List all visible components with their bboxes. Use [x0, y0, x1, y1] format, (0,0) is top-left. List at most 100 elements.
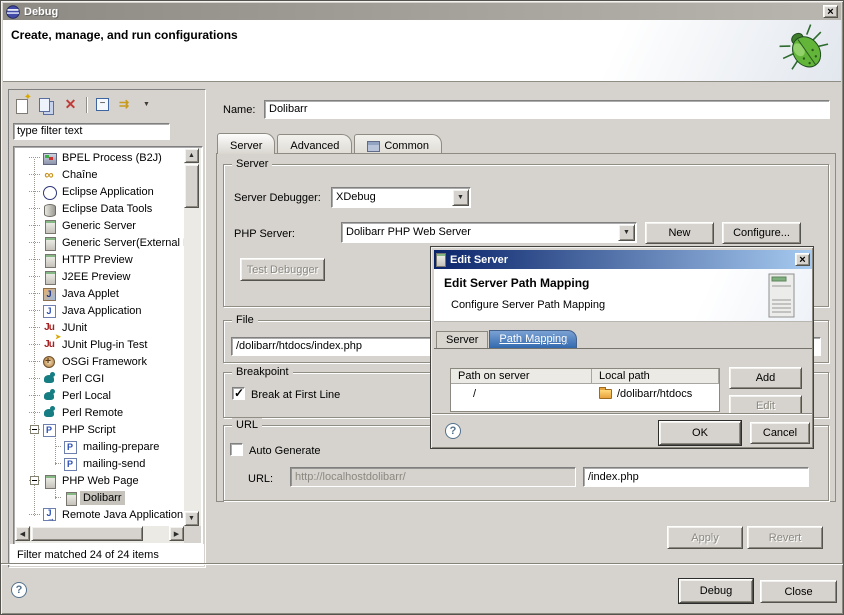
- dialog-tab-server[interactable]: Server: [436, 331, 488, 349]
- tree-item-eclipse-data-tools[interactable]: Eclipse Data Tools: [15, 200, 184, 217]
- tree-horizontal-scrollbar[interactable]: ◀ ▶: [15, 526, 184, 543]
- duplicate-icon[interactable]: [38, 97, 55, 113]
- php-icon: [62, 457, 80, 471]
- dialog-title: Edit Server: [450, 254, 508, 266]
- path-on-server-cell: /: [451, 384, 592, 401]
- tree-item-generic-server-external-la[interactable]: Generic Server(External La: [15, 234, 184, 251]
- tree-item-perl-remote[interactable]: Perl Remote: [15, 404, 184, 421]
- expander-minus-icon[interactable]: [30, 425, 39, 434]
- configure-button[interactable]: Configure...: [722, 222, 801, 244]
- horizontal-scroll-thumb[interactable]: [31, 526, 143, 541]
- auto-generate-checkbox[interactable]: [230, 443, 243, 456]
- scroll-left-icon[interactable]: ◀: [15, 526, 30, 541]
- config-tree: BPEL Process (B2J)ChaîneEclipse Applicat…: [13, 146, 203, 545]
- column-header-path-on-server[interactable]: Path on server: [451, 369, 592, 384]
- dialog-header-subtitle: Configure Server Path Mapping: [451, 299, 605, 311]
- tab-label: Common: [384, 140, 429, 152]
- tab-common[interactable]: Common: [354, 134, 442, 154]
- tree-item-remote-java-application[interactable]: →Remote Java Application: [15, 506, 184, 523]
- tree-item-php-script[interactable]: PHP Script: [15, 421, 184, 438]
- tree-rows: BPEL Process (B2J)ChaîneEclipse Applicat…: [15, 149, 184, 526]
- tree-item-label: PHP Web Page: [59, 474, 142, 488]
- tree-item-label: JUnit Plug-in Test: [59, 338, 150, 352]
- apply-button[interactable]: Apply: [667, 526, 743, 549]
- tree-item-eclipse-application[interactable]: Eclipse Application: [15, 183, 184, 200]
- tree-item-perl-cgi[interactable]: Perl CGI: [15, 370, 184, 387]
- main-tab-bar: Server Advanced Common: [217, 133, 444, 154]
- filter-input[interactable]: type filter text: [13, 123, 170, 140]
- vertical-scroll-thumb[interactable]: [184, 164, 199, 208]
- ok-button[interactable]: OK: [659, 421, 741, 445]
- url-path-input[interactable]: /index.php: [583, 467, 809, 487]
- tree-item-mailing-prepare[interactable]: mailing-prepare: [15, 438, 184, 455]
- tree-item-http-preview[interactable]: HTTP Preview: [15, 251, 184, 268]
- tree-item-j2ee-preview[interactable]: J2EE Preview: [15, 268, 184, 285]
- tree-item-java-application[interactable]: Java Application: [15, 302, 184, 319]
- server-tower-icon: [766, 273, 798, 319]
- new-server-button[interactable]: New: [645, 222, 714, 244]
- revert-button[interactable]: Revert: [747, 526, 823, 549]
- tree-item-label: Perl Local: [59, 389, 114, 403]
- server-icon: [436, 253, 446, 267]
- scroll-up-icon[interactable]: ▲: [184, 148, 199, 163]
- dialog-close-button[interactable]: ×: [795, 253, 810, 266]
- window-titlebar: Debug ×: [3, 3, 841, 20]
- tree-vertical-scrollbar[interactable]: ▲ ▼: [184, 148, 201, 526]
- perl-icon: [41, 389, 59, 403]
- chevron-down-icon[interactable]: ▼: [452, 189, 469, 206]
- tab-advanced[interactable]: Advanced: [277, 134, 352, 154]
- close-button[interactable]: Close: [760, 580, 837, 603]
- name-input[interactable]: Dolibarr: [264, 100, 830, 119]
- tree-item-php-web-page[interactable]: PHP Web Page: [15, 472, 184, 489]
- tree-item-label: BPEL Process (B2J): [59, 151, 165, 165]
- window-close-button[interactable]: ×: [823, 5, 838, 18]
- remote-java-icon: →: [41, 508, 59, 522]
- mapping-row[interactable]: //dolibarr/htdocs: [451, 384, 719, 401]
- tab-label: Server: [230, 140, 262, 152]
- dialog-tab-path-mapping[interactable]: Path Mapping: [489, 330, 577, 349]
- tree-item-mailing-send[interactable]: mailing-send: [15, 455, 184, 472]
- scroll-down-icon[interactable]: ▼: [184, 511, 199, 526]
- break-first-line-checkbox[interactable]: [232, 387, 245, 400]
- dialog-tab-bar: ServerPath Mapping: [436, 330, 578, 349]
- server-icon: [41, 236, 59, 250]
- tree-item-java-applet[interactable]: Java Applet: [15, 285, 184, 302]
- server-icon: [41, 270, 59, 284]
- collapse-all-icon[interactable]: [95, 97, 112, 113]
- chevron-down-icon[interactable]: ▼: [618, 224, 635, 241]
- chain-icon: [41, 168, 59, 182]
- server-debugger-select[interactable]: XDebug ▼: [331, 187, 471, 208]
- column-header-local-path[interactable]: Local path: [592, 369, 719, 384]
- php-server-select[interactable]: Dolibarr PHP Web Server ▼: [341, 222, 637, 243]
- debug-button[interactable]: Debug: [679, 579, 753, 603]
- dialog-help-icon[interactable]: ?: [445, 423, 461, 439]
- test-debugger-button[interactable]: Test Debugger: [240, 258, 325, 281]
- tree-item-generic-server[interactable]: Generic Server: [15, 217, 184, 234]
- tree-item-junit-plug-in-test[interactable]: JUnit Plug-in Test: [15, 336, 184, 353]
- scroll-right-icon[interactable]: ▶: [169, 526, 184, 541]
- tree-item-osgi-framework[interactable]: OSGi Framework: [15, 353, 184, 370]
- menu-dropdown-icon[interactable]: ▼: [143, 97, 152, 113]
- tree-item-label: Java Application: [59, 304, 145, 318]
- tab-server[interactable]: Server: [217, 133, 275, 154]
- filter-icon[interactable]: ⇉: [119, 97, 136, 113]
- tree-item-dolibarr[interactable]: Dolibarr: [15, 489, 184, 506]
- expander-minus-icon[interactable]: [30, 476, 39, 485]
- tree-item-bpel-process-b2j[interactable]: BPEL Process (B2J): [15, 149, 184, 166]
- add-mapping-button[interactable]: Add: [729, 367, 802, 389]
- table-icon: [367, 141, 380, 152]
- new-config-icon[interactable]: [14, 97, 31, 113]
- tree-item-label: PHP Script: [59, 423, 119, 437]
- java-applet-icon: [41, 287, 59, 301]
- cancel-button[interactable]: Cancel: [750, 422, 810, 444]
- server-debugger-value: XDebug: [332, 188, 451, 207]
- break-first-line-label: Break at First Line: [251, 389, 340, 401]
- tree-item-cha-ne[interactable]: Chaîne: [15, 166, 184, 183]
- tree-item-perl-local[interactable]: Perl Local: [15, 387, 184, 404]
- tree-item-label: JUnit: [59, 321, 90, 335]
- tree-toolbar: ✕ ⇉ ▼: [14, 94, 152, 116]
- tree-item-junit[interactable]: JUnit: [15, 319, 184, 336]
- help-icon[interactable]: ?: [11, 582, 27, 598]
- dialog-button-bar: ? OK Cancel: [432, 413, 812, 447]
- delete-icon[interactable]: ✕: [62, 97, 79, 113]
